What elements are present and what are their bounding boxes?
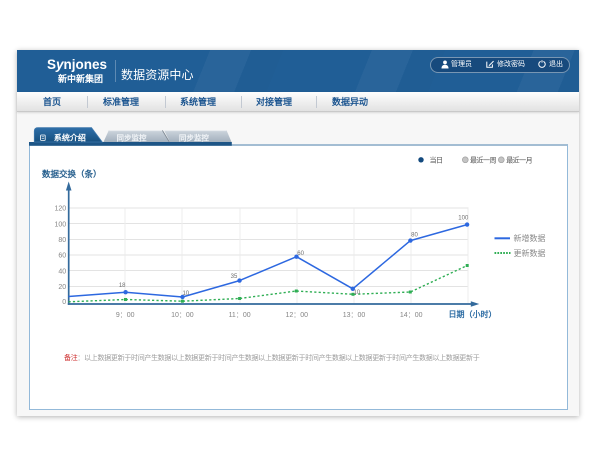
svg-text:系统介绍: 系统介绍 [54,133,86,143]
svg-text:数据交换（条）: 数据交换（条） [42,169,102,179]
svg-text:最近一月: 最近一月 [506,156,532,165]
svg-text:更新数据: 更新数据 [514,248,546,258]
svg-text:40: 40 [58,268,66,275]
svg-text:60: 60 [58,253,66,260]
svg-text:100: 100 [458,216,469,222]
svg-text:80: 80 [58,237,66,244]
svg-text:9：00: 9：00 [116,312,135,319]
svg-text:80: 80 [411,233,418,239]
svg-text:14：00: 14：00 [400,312,423,319]
svg-text:当日: 当日 [430,156,443,165]
svg-text:10: 10 [353,290,360,296]
svg-text:日期（小时）: 日期（小时） [449,309,497,319]
svg-text:60: 60 [297,251,304,257]
svg-text:10: 10 [182,291,189,297]
svg-text:18: 18 [119,283,126,289]
svg-text:20: 20 [58,284,66,291]
svg-text:100: 100 [55,221,67,228]
svg-text:11：00: 11：00 [229,312,251,319]
svg-text:最近一周: 最近一周 [470,156,496,165]
svg-text:新增数据: 新增数据 [514,233,546,243]
svg-text:10：00: 10：00 [171,312,194,319]
svg-text:13：00: 13：00 [343,312,366,319]
svg-text:120: 120 [55,206,67,213]
svg-text:0: 0 [62,299,66,306]
svg-text:12：00: 12：00 [286,312,309,319]
svg-text:同步监控: 同步监控 [117,133,147,143]
svg-text:35: 35 [231,274,238,280]
svg-text:同步监控: 同步监控 [179,133,209,143]
